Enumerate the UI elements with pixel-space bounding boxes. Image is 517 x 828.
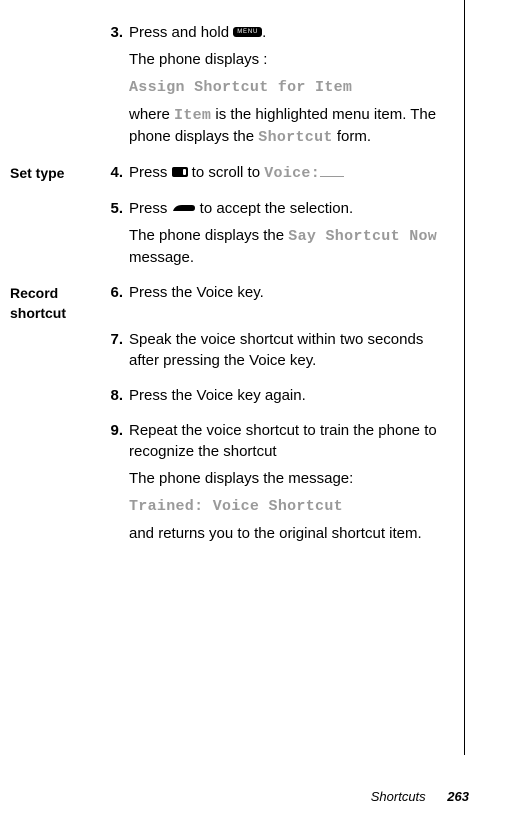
lcd-text: Trained: Voice Shortcut xyxy=(129,498,343,515)
step-line: and returns you to the original shortcut… xyxy=(129,523,457,544)
instruction-row: 5.Press to accept the selection. The phon… xyxy=(10,198,469,276)
step-line: The phone displays the message: xyxy=(129,468,457,489)
lcd-text: Item xyxy=(174,107,211,124)
scroll-key-icon xyxy=(172,167,188,177)
side-label xyxy=(10,329,105,379)
footer: Shortcuts 263 xyxy=(371,788,469,806)
side-label xyxy=(10,385,105,414)
side-label xyxy=(10,22,105,156)
step-content: 6.Press the Voice key. xyxy=(105,282,469,323)
instruction-row: 8.Press the Voice key again. xyxy=(10,385,469,414)
send-key-icon xyxy=(172,203,196,213)
step-number: 6. xyxy=(105,282,129,303)
step-content: 9.Repeat the voice shortcut to train the… xyxy=(105,420,469,552)
instruction-row: 7.Speak the voice shortcut within two se… xyxy=(10,329,469,379)
step-body: Press to scroll to Voice: xyxy=(129,162,457,184)
step-content: 3.Press and hold MENU. The phone displays… xyxy=(105,22,469,156)
lcd-text: Voice xyxy=(264,165,311,182)
instruction-row: 9.Repeat the voice shortcut to train the… xyxy=(10,420,469,552)
step-line: Press the Voice key. xyxy=(129,282,457,303)
step-body: Speak the voice shortcut within two seco… xyxy=(129,329,457,371)
step-content: 5.Press to accept the selection. The phon… xyxy=(105,198,469,276)
lcd-text: Assign Shortcut for Item xyxy=(129,79,352,96)
step-line: Press and hold MENU. xyxy=(129,22,457,43)
step-line: Press to scroll to Voice: xyxy=(129,162,457,184)
step-number: 8. xyxy=(105,385,129,406)
step-number: 7. xyxy=(105,329,129,371)
lcd-text: : xyxy=(311,165,320,182)
side-label xyxy=(10,420,105,552)
step-body: Press and hold MENU. The phone displays :… xyxy=(129,22,457,148)
lcd-text: Say Shortcut Now xyxy=(288,228,437,245)
step-body: Press the Voice key again. xyxy=(129,385,457,406)
step-line: Repeat the voice shortcut to train the p… xyxy=(129,420,457,462)
step-content: 8.Press the Voice key again. xyxy=(105,385,469,414)
step-line: where Item is the highlighted menu item.… xyxy=(129,104,457,148)
vertical-rule xyxy=(464,0,465,755)
step-line: Assign Shortcut for Item xyxy=(129,76,457,98)
menu-key-icon: MENU xyxy=(233,27,262,37)
side-label: Record shortcut xyxy=(10,282,105,323)
instruction-row: Record shortcut6.Press the Voice key. xyxy=(10,282,469,323)
step-line: Speak the voice shortcut within two seco… xyxy=(129,329,457,371)
side-label xyxy=(10,198,105,276)
step-line: Press the Voice key again. xyxy=(129,385,457,406)
step-number: 5. xyxy=(105,198,129,268)
step-content: 7.Speak the voice shortcut within two se… xyxy=(105,329,469,379)
instruction-row: 3.Press and hold MENU. The phone displays… xyxy=(10,22,469,156)
step-body: Press the Voice key. xyxy=(129,282,457,303)
footer-page-number: 263 xyxy=(447,789,469,804)
step-line: The phone displays : xyxy=(129,49,457,70)
side-label: Set type xyxy=(10,162,105,192)
lcd-text: Shortcut xyxy=(258,129,332,146)
step-number: 4. xyxy=(105,162,129,184)
step-line: Press to accept the selection. xyxy=(129,198,457,219)
step-number: 9. xyxy=(105,420,129,544)
step-body: Press to accept the selection. The phone … xyxy=(129,198,457,268)
step-line: The phone displays the Say Shortcut Now … xyxy=(129,225,457,268)
step-content: 4.Press to scroll to Voice: xyxy=(105,162,469,192)
step-number: 3. xyxy=(105,22,129,148)
page: 3.Press and hold MENU. The phone displays… xyxy=(0,0,517,828)
step-line: Trained: Voice Shortcut xyxy=(129,495,457,517)
instruction-row: Set type4.Press to scroll to Voice: xyxy=(10,162,469,192)
step-body: Repeat the voice shortcut to train the p… xyxy=(129,420,457,544)
blank-field xyxy=(320,176,344,177)
footer-section: Shortcuts xyxy=(371,789,426,804)
